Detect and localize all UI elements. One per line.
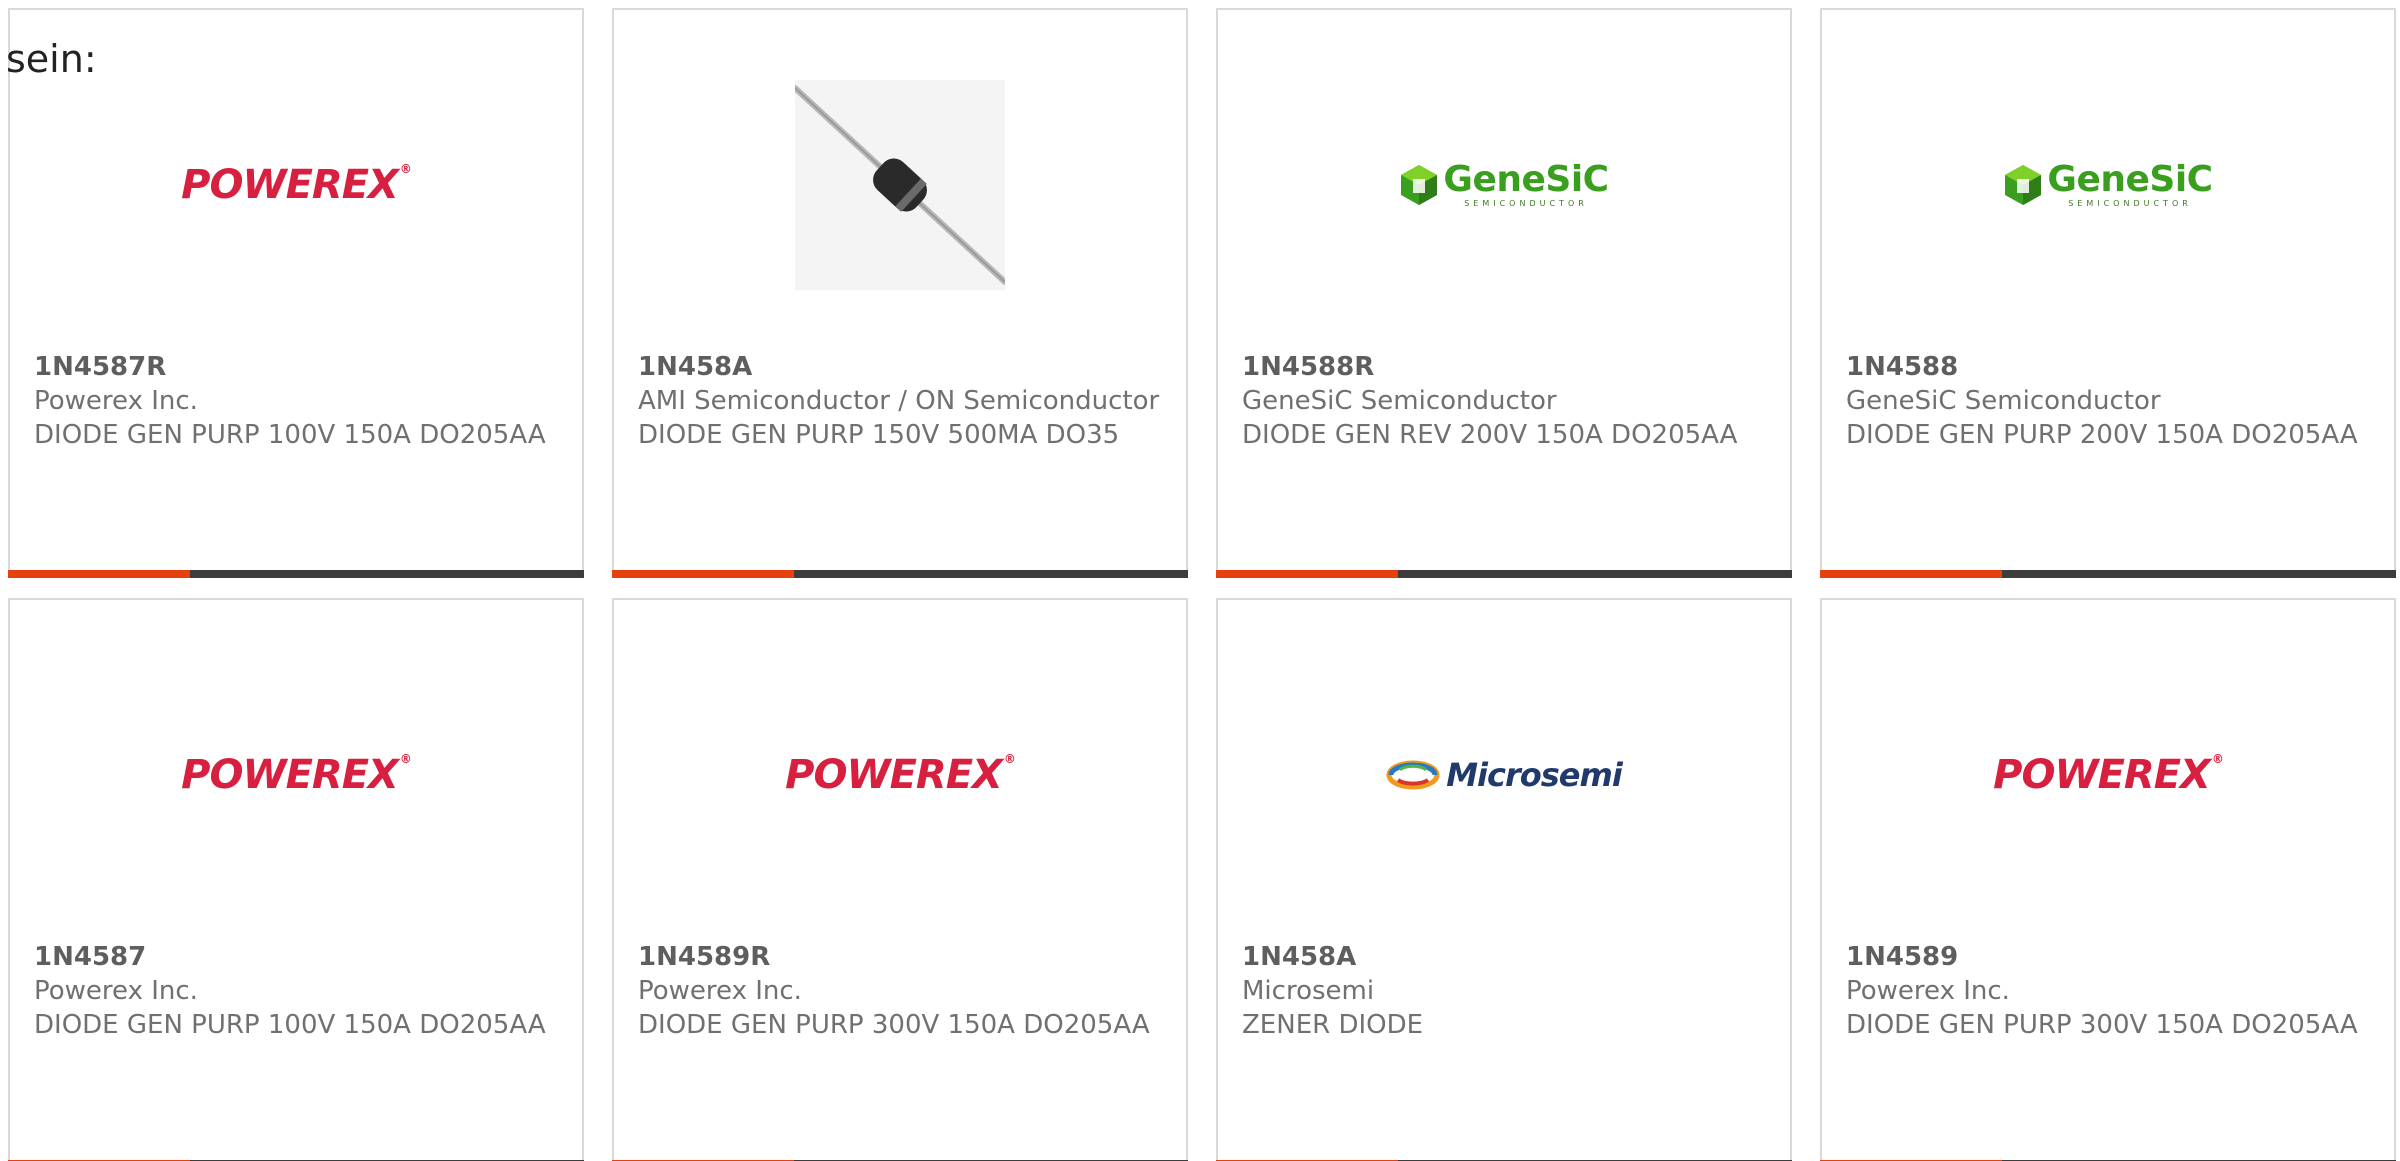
card-footer-bar bbox=[1216, 570, 1792, 578]
part-number: 1N4588R bbox=[1242, 352, 1375, 382]
manufacturer-name: Powerex Inc. bbox=[1846, 976, 2010, 1006]
product-image: POWEREX ® bbox=[10, 70, 582, 300]
product-image: POWEREX ® bbox=[614, 660, 1186, 890]
product-image: Microsemi bbox=[1218, 660, 1790, 890]
product-info: 1N4588R GeneSiC Semiconductor DIODE GEN … bbox=[1242, 350, 1766, 452]
product-description: DIODE GEN REV 200V 150A DO205AA bbox=[1242, 420, 1738, 450]
genesic-logo: GeneSiC SEMICONDUCTOR bbox=[2003, 162, 2213, 208]
card-accent-bar bbox=[612, 570, 794, 578]
product-card[interactable]: GeneSiC SEMICONDUCTOR 1N4588 GeneSiC Sem… bbox=[1820, 8, 2396, 578]
card-footer-bar bbox=[1820, 570, 2396, 578]
microsemi-logo: Microsemi bbox=[1386, 756, 1623, 794]
product-description: ZENER DIODE bbox=[1242, 1010, 1424, 1040]
microsemi-swirl-icon bbox=[1386, 760, 1440, 790]
product-description: DIODE GEN PURP 200V 150A DO205AA bbox=[1846, 420, 2358, 450]
intro-text: sein: bbox=[6, 37, 97, 81]
product-image: GeneSiC SEMICONDUCTOR bbox=[1822, 70, 2394, 300]
product-card[interactable]: Microsemi 1N458A Microsemi ZENER DIODE bbox=[1216, 598, 1792, 1161]
powerex-logo: POWEREX ® bbox=[1993, 752, 2224, 798]
part-number: 1N4588 bbox=[1846, 352, 1959, 382]
genesic-logo: GeneSiC SEMICONDUCTOR bbox=[1399, 162, 1609, 208]
product-info: 1N4587R Powerex Inc. DIODE GEN PURP 100V… bbox=[34, 350, 558, 452]
product-info: 1N4588 GeneSiC Semiconductor DIODE GEN P… bbox=[1846, 350, 2370, 452]
part-number: 1N4587R bbox=[34, 352, 167, 382]
manufacturer-name: GeneSiC Semiconductor bbox=[1242, 386, 1557, 416]
product-grid-page: sein: POWEREX ® 1N4587R Powerex Inc. DIOD… bbox=[0, 0, 2400, 1161]
manufacturer-name: Powerex Inc. bbox=[34, 976, 198, 1006]
genesic-cube-icon bbox=[2005, 165, 2042, 205]
product-info: 1N458A AMI Semiconductor / ON Semiconduc… bbox=[638, 350, 1162, 452]
part-number: 1N4589 bbox=[1846, 942, 1959, 972]
product-description: DIODE GEN PURP 100V 150A DO205AA bbox=[34, 1010, 546, 1040]
product-image: POWEREX ® bbox=[1822, 660, 2394, 890]
powerex-logo: POWEREX ® bbox=[181, 162, 412, 208]
product-image: POWEREX ® bbox=[10, 660, 582, 890]
product-image bbox=[614, 70, 1186, 300]
card-accent-bar bbox=[1216, 570, 1398, 578]
product-description: DIODE GEN PURP 300V 150A DO205AA bbox=[638, 1010, 1150, 1040]
product-description: DIODE GEN PURP 300V 150A DO205AA bbox=[1846, 1010, 2358, 1040]
part-number: 1N458A bbox=[1242, 942, 1357, 972]
card-footer-bar bbox=[612, 570, 1188, 578]
manufacturer-name: Microsemi bbox=[1242, 976, 1375, 1006]
part-number: 1N4589R bbox=[638, 942, 771, 972]
product-card[interactable]: POWEREX ® 1N4589R Powerex Inc. DIODE GEN … bbox=[612, 598, 1188, 1161]
product-card[interactable]: POWEREX ® 1N4589 Powerex Inc. DIODE GEN P… bbox=[1820, 598, 2396, 1161]
product-image: GeneSiC SEMICONDUCTOR bbox=[1218, 70, 1790, 300]
diode-icon bbox=[792, 85, 1008, 285]
manufacturer-name: GeneSiC Semiconductor bbox=[1846, 386, 2161, 416]
manufacturer-name: Powerex Inc. bbox=[638, 976, 802, 1006]
product-info: 1N4589R Powerex Inc. DIODE GEN PURP 300V… bbox=[638, 940, 1162, 1042]
card-accent-bar bbox=[1820, 570, 2002, 578]
manufacturer-name: Powerex Inc. bbox=[34, 386, 198, 416]
powerex-logo: POWEREX ® bbox=[785, 752, 1016, 798]
powerex-logo: POWEREX ® bbox=[181, 752, 412, 798]
product-info: 1N4587 Powerex Inc. DIODE GEN PURP 100V … bbox=[34, 940, 558, 1042]
product-card[interactable]: POWEREX ® 1N4587R Powerex Inc. DIODE GEN … bbox=[8, 8, 584, 578]
manufacturer-name: AMI Semiconductor / ON Semiconductor bbox=[638, 386, 1160, 416]
part-number: 1N458A bbox=[638, 352, 753, 382]
axial-diode-photo bbox=[792, 80, 1008, 290]
product-card[interactable]: GeneSiC SEMICONDUCTOR 1N4588R GeneSiC Se… bbox=[1216, 8, 1792, 578]
card-footer-bar bbox=[8, 570, 584, 578]
part-number: 1N4587 bbox=[34, 942, 147, 972]
product-card[interactable]: 1N458A AMI Semiconductor / ON Semiconduc… bbox=[612, 8, 1188, 578]
product-info: 1N458A Microsemi ZENER DIODE bbox=[1242, 940, 1766, 1042]
genesic-cube-icon bbox=[1401, 165, 1438, 205]
card-accent-bar bbox=[8, 570, 190, 578]
product-info: 1N4589 Powerex Inc. DIODE GEN PURP 300V … bbox=[1846, 940, 2370, 1042]
product-card[interactable]: POWEREX ® 1N4587 Powerex Inc. DIODE GEN P… bbox=[8, 598, 584, 1161]
product-description: DIODE GEN PURP 150V 500MA DO35 bbox=[638, 420, 1120, 450]
product-description: DIODE GEN PURP 100V 150A DO205AA bbox=[34, 420, 546, 450]
